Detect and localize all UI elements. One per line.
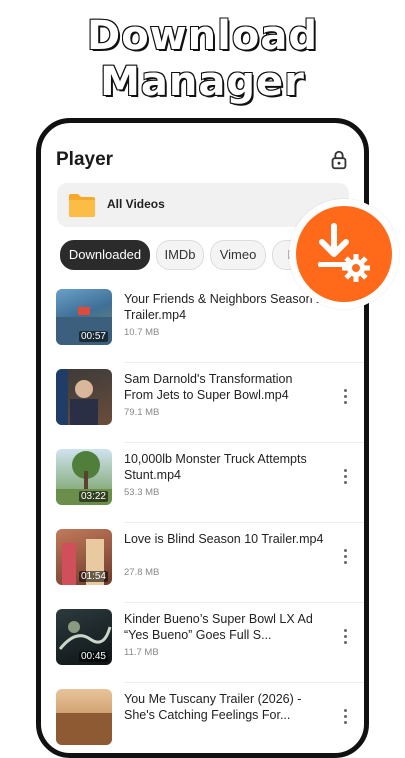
video-title: Your Friends & Neighbors Season 2 Traile… bbox=[124, 292, 323, 322]
video-size: 11.7 MB bbox=[124, 647, 159, 658]
video-title: Kinder Bueno’s Super Bowl LX Ad “Yes Bue… bbox=[124, 612, 313, 642]
more-options-icon[interactable] bbox=[344, 709, 348, 725]
folder-icon bbox=[69, 194, 95, 217]
chip-downloaded[interactable]: Downloaded bbox=[60, 240, 150, 270]
video-thumbnail: 03:22 bbox=[56, 449, 112, 505]
video-size: 10.7 MB bbox=[124, 327, 160, 338]
duration-label: 00:57 bbox=[78, 331, 108, 342]
all-videos-label: All Videos bbox=[107, 197, 165, 211]
video-thumbnail: 00:57 bbox=[56, 289, 112, 345]
video-size: 79.1 MB bbox=[124, 407, 160, 418]
video-title: You Me Tuscany Trailer (2026) - She's Ca… bbox=[124, 692, 302, 722]
more-options-icon[interactable] bbox=[344, 549, 348, 565]
video-thumbnail bbox=[56, 689, 112, 745]
more-options-icon[interactable] bbox=[344, 469, 348, 485]
video-size: 53.3 MB bbox=[124, 487, 160, 498]
promo-title-line2: Manager bbox=[99, 58, 305, 106]
thumbnail-image bbox=[56, 713, 112, 745]
download-manager-badge bbox=[289, 199, 399, 309]
duration-label: 00:45 bbox=[78, 651, 108, 662]
lock-icon[interactable] bbox=[328, 149, 350, 171]
video-thumbnail: 00:45 bbox=[56, 609, 112, 665]
video-title: Love is Blind Season 10 Trailer.mp4 bbox=[124, 532, 324, 546]
video-thumbnail: 01:54 bbox=[56, 529, 112, 585]
more-options-icon[interactable] bbox=[344, 629, 348, 645]
badge-circle bbox=[296, 206, 392, 302]
list-item[interactable]: Sam Darnold's Transformation From Jets t… bbox=[41, 363, 364, 443]
video-title: Sam Darnold's Transformation From Jets t… bbox=[124, 372, 293, 402]
video-size: 27.8 MB bbox=[124, 567, 160, 578]
list-item[interactable]: 03:22 10,000lb Monster Truck Attempts St… bbox=[41, 443, 364, 523]
video-thumbnail bbox=[56, 369, 112, 425]
promo-title-line1: Download bbox=[86, 12, 318, 60]
more-options-icon[interactable] bbox=[344, 389, 348, 405]
list-item[interactable]: 01:54 Love is Blind Season 10 Trailer.mp… bbox=[41, 523, 364, 603]
duration-label: 03:22 bbox=[78, 491, 108, 502]
chip-vimeo[interactable]: Vimeo bbox=[210, 240, 266, 270]
list-item[interactable]: You Me Tuscany Trailer (2026) - She's Ca… bbox=[41, 683, 364, 753]
chip-imdb[interactable]: IMDb bbox=[156, 240, 204, 270]
thumbnail-image bbox=[56, 369, 98, 425]
page-title: Player bbox=[56, 149, 114, 170]
list-item[interactable]: 00:45 Kinder Bueno’s Super Bowl LX Ad “Y… bbox=[41, 603, 364, 683]
download-settings-icon bbox=[318, 223, 370, 282]
duration-label: 01:54 bbox=[78, 571, 108, 582]
video-title: 10,000lb Monster Truck Attempts Stunt.mp… bbox=[124, 452, 307, 482]
